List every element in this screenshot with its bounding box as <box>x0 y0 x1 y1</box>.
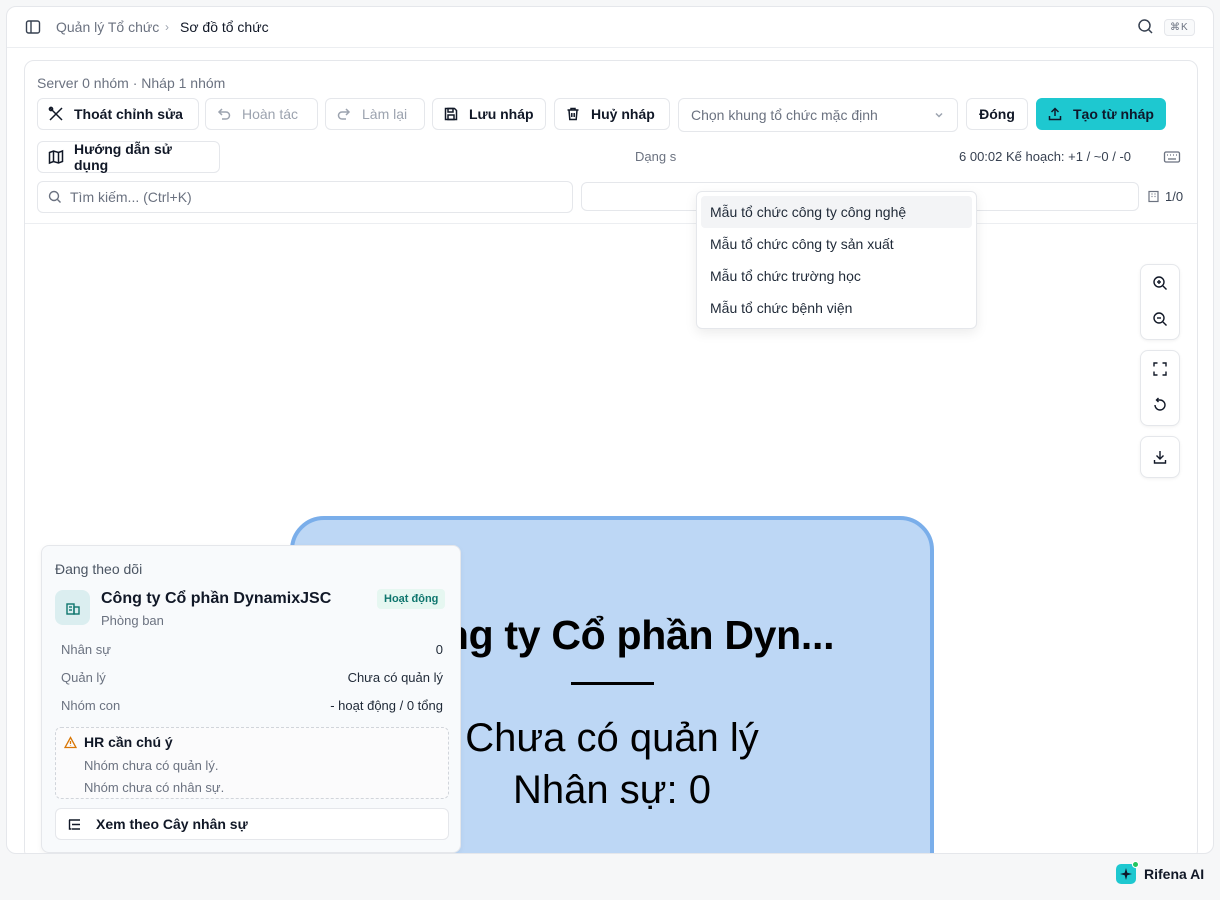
list-tree-icon <box>68 818 80 830</box>
create-from-draft-label: Tạo từ nháp <box>1073 106 1154 122</box>
hr-alert: HR cần chú ý Nhóm chưa có quản lý. Nhóm … <box>55 727 449 799</box>
create-from-draft-button[interactable]: Tạo từ nháp <box>1036 98 1166 130</box>
template-select[interactable]: Chọn khung tổ chức mặc định <box>678 98 958 132</box>
search-input[interactable]: Tìm kiếm... (Ctrl+K) <box>37 181 573 213</box>
user-guide-button[interactable]: Hướng dẫn sử dụng <box>37 141 220 173</box>
search-placeholder: Tìm kiếm... (Ctrl+K) <box>70 189 192 205</box>
info-row: Quản lý Chưa có quản lý <box>61 670 443 685</box>
close-button[interactable]: Đóng <box>966 98 1028 130</box>
warning-icon <box>64 736 77 749</box>
download-icon[interactable] <box>1141 439 1179 475</box>
save-draft-button[interactable]: Lưu nháp <box>432 98 546 130</box>
status-badge: Hoạt động <box>377 589 446 609</box>
top-bar: Quản lý Tổ chức › Sơ đồ tổ chức ⌘K <box>7 7 1213 48</box>
breadcrumb-parent[interactable]: Quản lý Tổ chức <box>56 19 159 35</box>
undo-button[interactable]: Hoàn tác <box>205 98 318 130</box>
sidebar-toggle-icon[interactable] <box>24 18 42 36</box>
plan-status-text: 6 00:02 Kế hoạch: +1 / ~0 / -0 <box>959 149 1132 164</box>
node-divider <box>571 682 654 685</box>
info-value: 0 <box>435 642 443 657</box>
inspector-heading: Đang theo dõi <box>55 561 143 577</box>
info-row: Nhóm con - hoạt động / 0 tổng <box>61 698 443 713</box>
exit-edit-label: Thoát chỉnh sửa <box>74 106 183 122</box>
cancel-draft-button[interactable]: Huỷ nháp <box>554 98 670 130</box>
building-icon <box>1148 190 1159 203</box>
info-label: Nhân sự <box>61 642 111 657</box>
view-tree-label: Xem theo Cây nhân sự <box>96 816 248 832</box>
dropdown-option[interactable]: Mẫu tổ chức công ty sản xuất <box>701 228 972 260</box>
template-dropdown: Mẫu tổ chức công ty công nghệ Mẫu tổ chứ… <box>696 191 977 329</box>
alert-title: HR cần chú ý <box>84 734 173 750</box>
undo-icon <box>217 108 231 120</box>
search-icon[interactable] <box>1137 18 1155 36</box>
shortcut-badge: ⌘K <box>1164 19 1195 36</box>
info-value: Chưa có quản lý <box>347 670 443 685</box>
match-count: 1/0 <box>1147 189 1183 204</box>
ai-assistant-button[interactable]: Rifena AI <box>1116 861 1205 884</box>
breadcrumb-current: Sơ đồ tổ chức <box>180 19 269 35</box>
inspector-name: Công ty Cổ phần DynamixJSC <box>101 590 332 607</box>
redo-button[interactable]: Làm lại <box>325 98 425 130</box>
building-icon <box>55 590 90 625</box>
draft-summary: Server 0 nhóm · Nháp 1 nhóm <box>37 75 226 91</box>
match-count-text: 1/0 <box>1165 189 1184 204</box>
dropdown-option[interactable]: Mẫu tổ chức bệnh viện <box>701 292 972 324</box>
info-label: Nhóm con <box>61 698 121 713</box>
info-label: Quản lý <box>61 670 106 685</box>
info-value: - hoạt động / 0 tổng <box>330 698 443 713</box>
template-select-placeholder: Chọn khung tổ chức mặc định <box>691 107 878 123</box>
zoom-in-icon[interactable] <box>1141 265 1179 301</box>
zoom-controls <box>1140 264 1180 340</box>
save-icon <box>444 107 458 121</box>
dropdown-option[interactable]: Mẫu tổ chức trường học <box>701 260 972 292</box>
inspector-panel: Đang theo dõi Công ty Cổ phần DynamixJSC… <box>41 545 461 853</box>
ai-assistant-label: Rifena AI <box>1144 866 1205 882</box>
app-window: Quản lý Tổ chức › Sơ đồ tổ chức ⌘K Serve… <box>6 6 1214 854</box>
trash-icon <box>567 107 579 121</box>
reset-view-icon[interactable] <box>1141 387 1179 423</box>
user-guide-label: Hướng dẫn sử dụng <box>74 141 172 173</box>
view-tree-button[interactable]: Xem theo Cây nhân sự <box>55 808 449 840</box>
cancel-draft-label: Huỷ nháp <box>591 106 655 122</box>
view-mode-text: Dạng s <box>635 149 677 164</box>
online-dot <box>1132 861 1139 868</box>
info-row: Nhân sự 0 <box>61 642 443 657</box>
view-controls <box>1140 350 1180 426</box>
dropdown-option[interactable]: Mẫu tổ chức công ty công nghệ <box>701 196 972 228</box>
tools-icon <box>48 106 63 121</box>
inspector-type: Phòng ban <box>101 613 164 628</box>
redo-icon <box>337 108 351 120</box>
search-icon <box>48 190 61 203</box>
export-controls <box>1140 436 1180 478</box>
upload-icon <box>1048 107 1062 121</box>
sparkle-icon <box>1116 861 1139 884</box>
chevron-down-icon <box>935 112 943 118</box>
exit-edit-button[interactable]: Thoát chỉnh sửa <box>37 98 199 130</box>
close-label: Đóng <box>979 106 1015 122</box>
undo-label: Hoàn tác <box>242 106 299 122</box>
fit-screen-icon[interactable] <box>1141 351 1179 387</box>
breadcrumb-separator: › <box>165 20 169 34</box>
save-draft-label: Lưu nháp <box>469 106 534 122</box>
redo-label: Làm lại <box>362 106 408 122</box>
map-icon <box>48 149 64 165</box>
alert-line: Nhóm chưa có quản lý. <box>84 758 219 773</box>
zoom-out-icon[interactable] <box>1141 301 1179 337</box>
alert-line: Nhóm chưa có nhân sự. <box>84 780 225 795</box>
keyboard-icon[interactable] <box>1163 148 1181 166</box>
